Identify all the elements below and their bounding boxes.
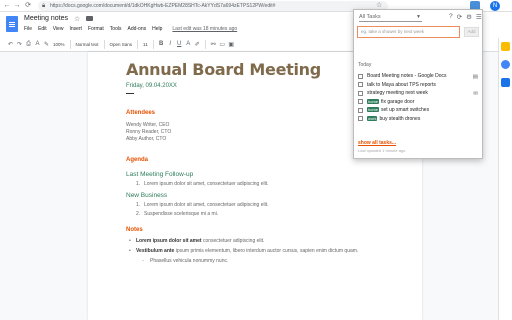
task-list-select[interactable]: All Tasks ▼ xyxy=(359,13,422,22)
section-today: Today xyxy=(358,62,372,68)
redo-icon[interactable]: ↷ xyxy=(15,41,24,48)
task-checkbox[interactable] xyxy=(358,99,363,104)
refresh-icon[interactable]: ⟳ xyxy=(457,13,462,21)
task-list: Board Meeting notes - Google Docs ▤ talk… xyxy=(357,72,479,123)
task-checkbox[interactable] xyxy=(358,107,363,113)
profile-avatar[interactable]: N xyxy=(490,1,500,11)
undo-icon[interactable]: ↶ xyxy=(6,41,15,48)
side-panel xyxy=(498,38,512,320)
task-item[interactable]: strategy meeting next week ✉ xyxy=(357,89,479,98)
task-item[interactable]: work buy stealth drones xyxy=(357,115,479,124)
task-item[interactable]: talk to Maya about TPS reports xyxy=(357,81,479,90)
notes-heading: Notes xyxy=(126,227,143,233)
menu-tools[interactable]: Tools xyxy=(110,26,122,32)
tasks-popup: All Tasks ▼ ? ⟳ ⚙ ☰ eg. take a shower by… xyxy=(353,9,483,159)
divider xyxy=(126,93,134,94)
followup-heading: Last Meeting Follow-up xyxy=(126,171,194,178)
print-icon[interactable]: ⎙ xyxy=(24,41,33,48)
list-item: 1. Lorem ipsum dolor sit amet, consectetu… xyxy=(136,181,269,187)
font-size-select[interactable]: 11 xyxy=(141,42,150,47)
show-all-tasks-link[interactable]: show all tasks... xyxy=(358,140,396,146)
tasks-icon[interactable] xyxy=(501,60,510,69)
chevron-down-icon: ▼ xyxy=(416,14,421,20)
list-item: • Lorem ipsum dolor sit amet consectetuer… xyxy=(129,238,265,244)
star-icon[interactable]: ☆ xyxy=(74,15,80,23)
tag-badge: work xyxy=(367,115,378,121)
style-select[interactable]: Normal text xyxy=(74,42,101,47)
underline-icon[interactable]: U xyxy=(175,41,184,47)
font-select[interactable]: Open Sans xyxy=(108,42,135,47)
comment-icon[interactable]: ▭ xyxy=(218,41,227,48)
gear-icon[interactable]: ⚙ xyxy=(466,13,472,21)
lock-icon: 🔒︎ xyxy=(42,3,46,9)
task-item[interactable]: Board Meeting notes - Google Docs ▤ xyxy=(357,72,479,81)
last-updated-text: Last updated 1 minute ago xyxy=(358,148,406,153)
list-item: ◦ Phasellus vehicula nonummy nunc. xyxy=(142,258,229,264)
tag-badge: home xyxy=(367,98,380,104)
task-checkbox[interactable] xyxy=(358,73,363,79)
doc-title[interactable]: Meeting notes xyxy=(24,15,68,22)
docs-logo-icon[interactable] xyxy=(6,16,18,32)
task-item[interactable]: home set up smart switches xyxy=(357,106,479,115)
new-business-heading: New Business xyxy=(126,192,168,199)
list-item: 1. Lorem ipsum dolor sit amet, consectetu… xyxy=(136,202,269,208)
list-icon[interactable]: ☰ xyxy=(476,13,482,21)
menu-bar: File Edit View Insert Format Tools Add-o… xyxy=(24,26,237,32)
italic-icon[interactable]: I xyxy=(166,41,175,47)
zoom-select[interactable]: 100% xyxy=(51,42,67,47)
back-icon[interactable]: ← xyxy=(3,2,11,10)
menu-edit[interactable]: Edit xyxy=(38,26,47,32)
folder-icon[interactable] xyxy=(86,16,93,21)
menu-addons[interactable]: Add-ons xyxy=(127,26,146,32)
tag-badge: home xyxy=(367,107,380,112)
help-icon[interactable]: ? xyxy=(449,13,453,21)
menu-view[interactable]: View xyxy=(53,26,64,32)
bold-icon[interactable]: B xyxy=(157,41,166,47)
last-edit-link[interactable]: Last edit was 18 minutes ago xyxy=(172,26,237,32)
list-item: 2. Suspendisse scelerisque mi a mi. xyxy=(136,211,219,217)
task-checkbox[interactable] xyxy=(358,116,363,121)
paint-format-icon[interactable]: ✎ xyxy=(42,41,51,48)
keep-icon[interactable] xyxy=(501,42,510,51)
calendar-icon[interactable] xyxy=(501,78,510,87)
add-task-button[interactable]: Add xyxy=(464,27,479,37)
menu-help[interactable]: Help xyxy=(152,26,162,32)
task-checkbox[interactable] xyxy=(358,82,363,87)
url-text: https://docs.google.com/document/d/1dkOH… xyxy=(50,3,276,9)
image-icon[interactable]: ▣ xyxy=(227,41,236,48)
menu-file[interactable]: File xyxy=(24,26,32,32)
text-color-icon[interactable]: A xyxy=(184,41,193,47)
new-task-input[interactable]: eg. take a shower by next week xyxy=(357,26,460,38)
menu-format[interactable]: Format xyxy=(88,26,104,32)
task-item[interactable]: home fix garage door xyxy=(357,98,479,107)
address-bar[interactable]: 🔒︎ https://docs.google.com/document/d/1d… xyxy=(38,1,388,11)
spellcheck-icon[interactable]: A xyxy=(33,41,42,47)
menu-insert[interactable]: Insert xyxy=(69,26,82,32)
reload-icon[interactable]: ⟳ xyxy=(24,2,32,10)
list-item: • Vestibulum ante ipsum primis elementum,… xyxy=(129,248,359,254)
link-icon[interactable]: ⚯ xyxy=(209,41,218,48)
task-checkbox[interactable] xyxy=(358,90,363,96)
forward-icon[interactable]: → xyxy=(13,2,21,10)
highlight-icon[interactable]: ✐ xyxy=(193,41,202,48)
